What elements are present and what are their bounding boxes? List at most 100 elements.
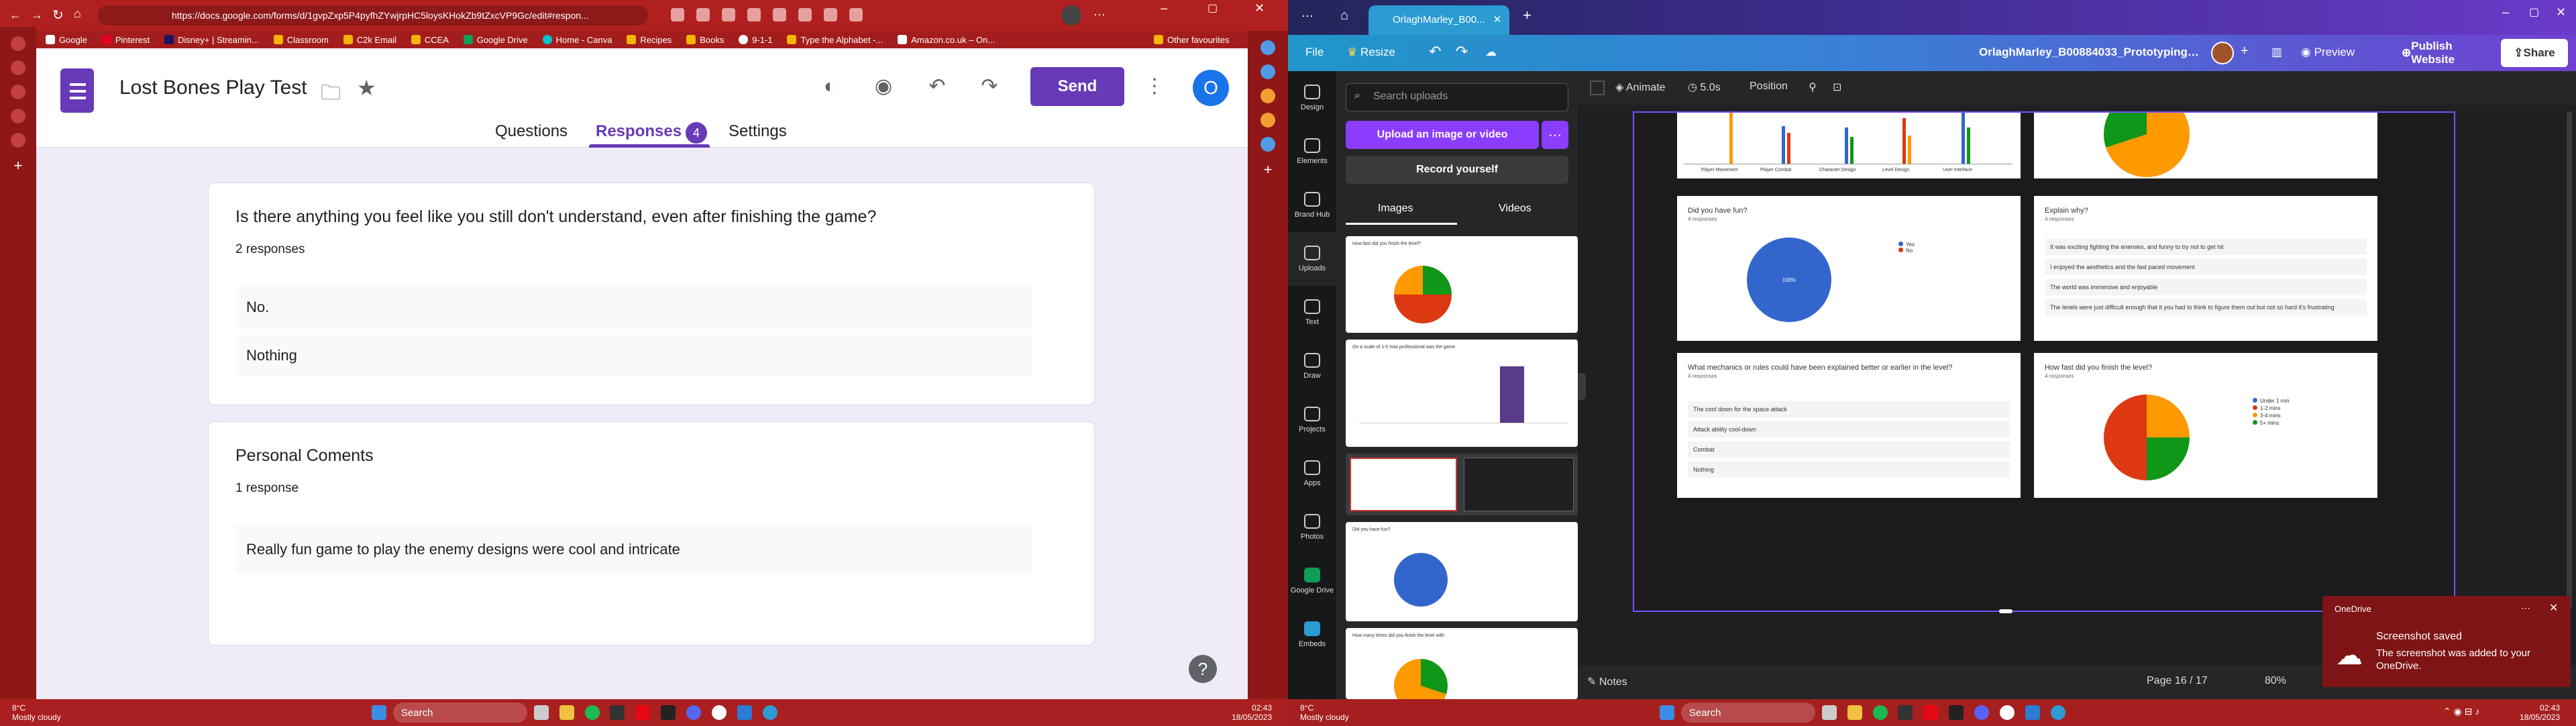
bookmark[interactable]: Type the Alphabet -... xyxy=(787,31,883,48)
bookmark[interactable]: Google Drive xyxy=(463,31,528,48)
sidebar-icon[interactable] xyxy=(11,85,25,99)
share-button[interactable]: ⇪ Share xyxy=(2501,39,2568,67)
panel-collapse-handle[interactable] xyxy=(1578,373,1586,400)
add-icon[interactable]: + xyxy=(1248,161,1288,178)
minimize-icon[interactable]: – xyxy=(1161,1,1167,15)
profile-avatar[interactable] xyxy=(1061,5,1081,25)
app-icon[interactable] xyxy=(661,705,676,720)
forward-icon[interactable]: → xyxy=(31,8,43,22)
avatar[interactable] xyxy=(2211,42,2234,64)
bookmark[interactable]: Amazon.co.uk – On... xyxy=(898,31,995,48)
sidebar-icon[interactable] xyxy=(11,133,25,148)
publish-website-button[interactable]: ⊕ Publish Website xyxy=(2402,40,2496,66)
browser-tab-active[interactable]: OrlaghMarley_B00... ✕ xyxy=(1368,5,1509,35)
bookmark[interactable]: Google xyxy=(46,31,87,48)
rail-draw[interactable]: Draw xyxy=(1288,340,1336,393)
extension-icon[interactable] xyxy=(824,8,837,21)
undo-icon[interactable]: ↶ xyxy=(1429,43,1441,60)
home-icon[interactable]: ⌂ xyxy=(74,7,81,21)
bookmark[interactable]: Books xyxy=(686,31,724,48)
sidebar-icon[interactable] xyxy=(11,60,25,75)
upload-thumbnail[interactable] xyxy=(1346,454,1578,515)
chrome-icon[interactable] xyxy=(2000,705,2015,720)
page-resize-handle[interactable] xyxy=(1999,609,2012,613)
tab-settings[interactable]: Settings xyxy=(729,122,787,141)
upload-thumbnail[interactable]: On a scale of 1-5 how professional was t… xyxy=(1346,340,1578,447)
maximize-icon[interactable]: ▢ xyxy=(2529,5,2539,19)
extension-icon[interactable] xyxy=(773,8,786,21)
duration-button[interactable]: ◷ 5.0s xyxy=(1688,81,1721,94)
preview-eye-icon[interactable]: ◉ xyxy=(872,75,895,98)
explorer-icon[interactable] xyxy=(559,705,574,720)
add-collaborator-icon[interactable]: + xyxy=(2241,44,2249,59)
record-yourself-button[interactable]: Record yourself xyxy=(1346,156,1568,184)
rail-projects[interactable]: Projects xyxy=(1288,393,1336,447)
new-tab-icon[interactable]: + xyxy=(1523,7,1532,24)
sidebar-icon[interactable] xyxy=(1260,89,1275,103)
start-icon[interactable] xyxy=(372,705,386,720)
bookmark[interactable]: Recipes xyxy=(627,31,672,48)
fun-chart-card[interactable]: Did you have fun? 4 responses 100% Yes N… xyxy=(1677,196,2021,341)
back-icon[interactable]: ← xyxy=(9,8,21,22)
cloud-save-icon[interactable]: ☁ xyxy=(1485,46,1497,59)
forms-icon[interactable] xyxy=(60,68,94,113)
tab-responses[interactable]: Responses xyxy=(596,122,682,141)
clock[interactable]: 02:43 18/05/2023 xyxy=(2520,703,2560,722)
folder-icon[interactable]: 🗀 xyxy=(321,78,341,112)
more-icon[interactable]: ⋯ xyxy=(1093,8,1106,22)
rail-embeds[interactable]: Embeds xyxy=(1288,608,1336,662)
bookmark[interactable]: Classroom xyxy=(273,31,329,48)
more-vert-icon[interactable]: ⋮ xyxy=(1143,75,1166,98)
explorer-icon[interactable] xyxy=(1847,705,1862,720)
bar-chart-card[interactable]: Player Movement Player Combat Character … xyxy=(1677,113,2021,178)
bookmark[interactable]: CCEA xyxy=(411,31,449,48)
word-icon[interactable] xyxy=(2025,705,2040,720)
bookmark[interactable]: Disney+ | Streamin... xyxy=(164,31,259,48)
copy-style-icon[interactable]: ⚲ xyxy=(1809,81,1817,94)
workspace-icon[interactable]: ⌂ xyxy=(1340,8,1348,23)
notes-button[interactable]: ✎ Notes xyxy=(1587,675,1627,688)
animate-button[interactable]: ◈ Animate xyxy=(1615,81,1666,94)
undo-icon[interactable]: ↶ xyxy=(926,75,949,98)
discord-icon[interactable] xyxy=(1974,705,1990,720)
rail-uploads[interactable]: Uploads xyxy=(1288,232,1336,286)
sidebar-icon[interactable] xyxy=(1260,64,1275,79)
more-icon[interactable]: ⋯ xyxy=(1542,121,1568,149)
send-button[interactable]: Send xyxy=(1030,67,1124,106)
sidebar-icon[interactable] xyxy=(1260,137,1275,152)
app-icon[interactable] xyxy=(1898,705,1913,720)
rail-google-drive[interactable]: Google Drive xyxy=(1288,554,1336,608)
resize-button[interactable]: ♛ Resize xyxy=(1347,46,1395,59)
extension-icon[interactable] xyxy=(849,8,863,21)
redo-icon[interactable]: ↷ xyxy=(978,75,1001,98)
sidebar-icon[interactable] xyxy=(1260,40,1275,55)
position-button[interactable]: Position xyxy=(1750,81,1788,93)
bookmark[interactable]: Home - Canva xyxy=(542,31,612,48)
lock-icon[interactable]: ⊡ xyxy=(1833,81,1841,94)
upload-thumbnail[interactable]: How many times did you finish the level … xyxy=(1346,628,1578,699)
netflix-icon[interactable] xyxy=(1923,705,1939,720)
edge-icon[interactable] xyxy=(2050,705,2065,720)
search-input[interactable]: ⌕ Search uploads xyxy=(1346,83,1568,111)
avatar[interactable]: O xyxy=(1193,70,1229,106)
upload-button[interactable]: Upload an image or video xyxy=(1346,121,1539,149)
taskview-icon[interactable] xyxy=(533,705,549,720)
extension-icon[interactable] xyxy=(671,8,684,21)
spotify-icon[interactable] xyxy=(1872,705,1888,720)
tab-images[interactable]: Images xyxy=(1378,203,1413,215)
add-icon[interactable]: + xyxy=(0,157,36,174)
close-icon[interactable]: ✕ xyxy=(2549,601,2558,615)
palette-icon[interactable]: ◐ xyxy=(818,75,841,98)
edge-icon[interactable] xyxy=(762,705,777,720)
word-icon[interactable] xyxy=(737,705,752,720)
taskview-icon[interactable] xyxy=(1821,705,1837,720)
close-icon[interactable]: ✕ xyxy=(2556,5,2566,19)
help-icon[interactable]: ? xyxy=(1189,655,1217,683)
spotify-icon[interactable] xyxy=(584,705,600,720)
sidebar-icon[interactable] xyxy=(1260,113,1275,127)
maximize-icon[interactable]: ▢ xyxy=(1208,1,1218,15)
form-title[interactable]: Lost Bones Play Test xyxy=(119,76,307,99)
rail-elements[interactable]: Elements xyxy=(1288,125,1336,178)
rail-text[interactable]: Text xyxy=(1288,286,1336,340)
scrollbar[interactable] xyxy=(2567,111,2572,608)
